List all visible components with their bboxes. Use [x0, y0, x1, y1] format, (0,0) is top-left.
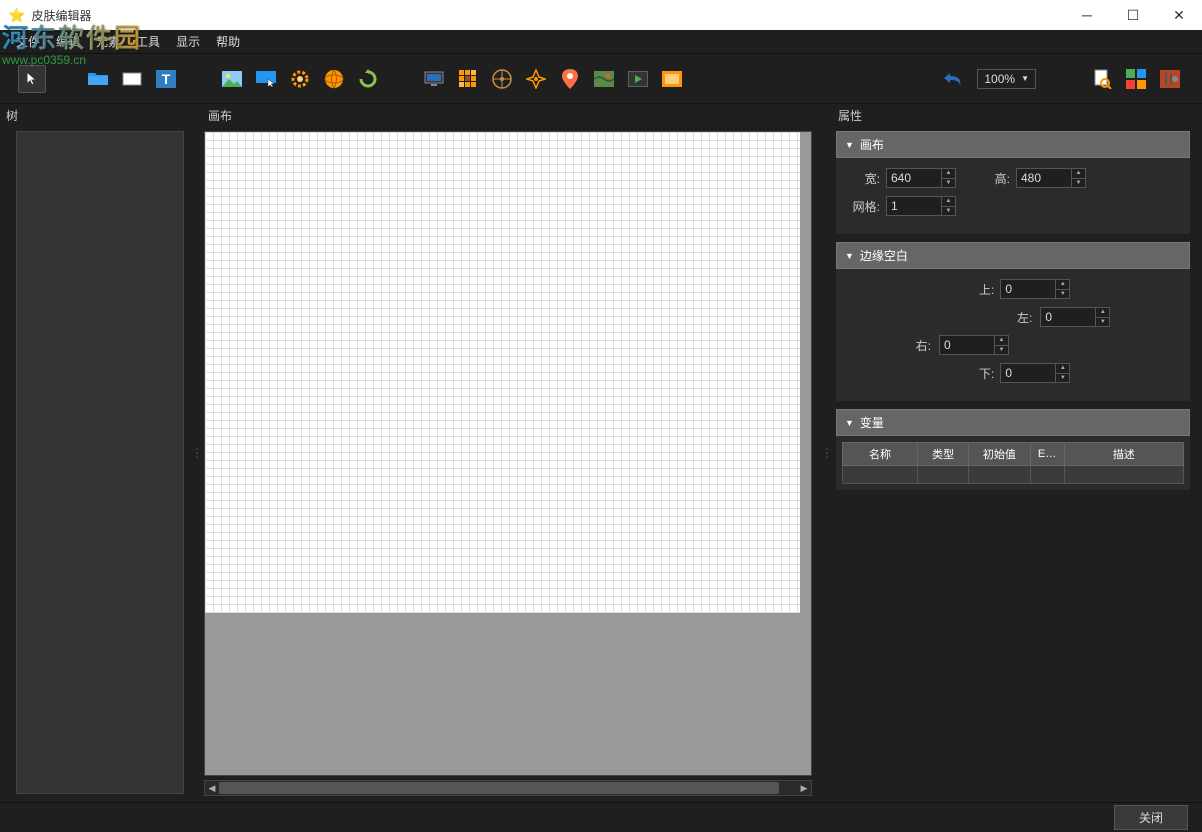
- badge-icon[interactable]: [658, 65, 686, 93]
- collapse-icon: ▼: [845, 418, 854, 428]
- col-type[interactable]: 类型: [918, 443, 969, 466]
- pointer-tool-icon[interactable]: [18, 65, 46, 93]
- margin-left-input[interactable]: ▲▼: [1040, 307, 1110, 327]
- grid-icon[interactable]: [454, 65, 482, 93]
- col-ext[interactable]: E…: [1030, 443, 1064, 466]
- cursor-image-icon[interactable]: [252, 65, 280, 93]
- scroll-thumb[interactable]: [219, 782, 779, 794]
- section-variables-title: 变量: [860, 414, 884, 431]
- collapse-icon: ▼: [845, 251, 854, 261]
- section-margin-header[interactable]: ▼ 边缘空白: [836, 242, 1190, 269]
- compass-icon[interactable]: [488, 65, 516, 93]
- section-margin-title: 边缘空白: [860, 247, 908, 264]
- section-variables: ▼ 变量 名称 类型 初始值 E… 描述: [836, 409, 1190, 490]
- grid-input[interactable]: ▲▼: [886, 196, 956, 216]
- height-input[interactable]: ▲▼: [1016, 168, 1086, 188]
- app-title: 皮肤编辑器: [31, 7, 91, 24]
- maximize-button[interactable]: ☐: [1110, 0, 1156, 30]
- splitter-right[interactable]: ⋮: [822, 104, 832, 802]
- horizontal-scrollbar[interactable]: ◀ ▶: [204, 780, 812, 796]
- menu-edit[interactable]: 编辑: [48, 30, 88, 54]
- menubar: 文件 编辑 元素 工具 显示 帮助: [0, 30, 1202, 54]
- map-icon[interactable]: [590, 65, 618, 93]
- canvas-panel: 画布 ◀ ▶: [202, 104, 822, 802]
- col-name[interactable]: 名称: [843, 443, 918, 466]
- menu-element[interactable]: 元素: [88, 30, 128, 54]
- splitter-left[interactable]: ⋮: [192, 104, 202, 802]
- properties-panel-title: 属性: [832, 104, 1202, 127]
- menu-file[interactable]: 文件: [8, 30, 48, 54]
- text-icon[interactable]: T: [152, 65, 180, 93]
- refresh-icon[interactable]: [354, 65, 382, 93]
- palette-icon[interactable]: [1122, 65, 1150, 93]
- table-row[interactable]: [843, 466, 1184, 484]
- margin-bottom-label: 下:: [979, 365, 994, 382]
- col-desc[interactable]: 描述: [1064, 443, 1183, 466]
- globe-icon[interactable]: [320, 65, 348, 93]
- section-margin: ▼ 边缘空白 上: ▲▼ 左: ▲▼ 右: ▲▼: [836, 242, 1190, 401]
- footer: 关闭: [0, 802, 1202, 832]
- tree-panel-title: 树: [0, 104, 192, 127]
- menu-show[interactable]: 显示: [168, 30, 208, 54]
- folder-icon[interactable]: [84, 65, 112, 93]
- close-window-button[interactable]: ✕: [1156, 0, 1202, 30]
- undo-icon[interactable]: [939, 65, 971, 93]
- margin-bottom-input[interactable]: ▲▼: [1000, 363, 1070, 383]
- margin-right-label: 右:: [916, 337, 931, 354]
- width-input[interactable]: ▲▼: [886, 168, 956, 188]
- menu-tool[interactable]: 工具: [128, 30, 168, 54]
- margin-right-input[interactable]: ▲▼: [939, 335, 1009, 355]
- rectangle-icon[interactable]: [118, 65, 146, 93]
- scroll-left-icon[interactable]: ◀: [205, 781, 219, 795]
- svg-gear-icon[interactable]: [286, 65, 314, 93]
- menu-help[interactable]: 帮助: [208, 30, 248, 54]
- toolbar: T: [0, 54, 1202, 104]
- search-page-icon[interactable]: [1088, 65, 1116, 93]
- tree-content[interactable]: [16, 131, 184, 794]
- grid-label: 网格:: [848, 198, 880, 215]
- canvas-area[interactable]: [204, 131, 812, 776]
- titlebar: ⭐ 皮肤编辑器 ─ ☐ ✕: [0, 0, 1202, 30]
- minimize-button[interactable]: ─: [1064, 0, 1110, 30]
- height-label: 高:: [978, 170, 1010, 187]
- section-variables-header[interactable]: ▼ 变量: [836, 409, 1190, 436]
- margin-top-label: 上:: [979, 281, 994, 298]
- pin-icon[interactable]: [556, 65, 584, 93]
- collapse-icon: ▼: [845, 140, 854, 150]
- chevron-down-icon: ▼: [1021, 74, 1029, 83]
- margin-left-label: 左:: [1017, 309, 1032, 326]
- canvas-panel-title: 画布: [202, 104, 822, 127]
- main-area: 树 ⋮ 画布 ◀ ▶ ⋮ 属性 ▼ 画布 宽:: [0, 104, 1202, 802]
- margin-top-input[interactable]: ▲▼: [1000, 279, 1070, 299]
- section-canvas-title: 画布: [860, 136, 884, 153]
- monitor-icon[interactable]: [420, 65, 448, 93]
- tools-icon[interactable]: [1156, 65, 1184, 93]
- app-icon: ⭐: [8, 7, 25, 24]
- image-icon[interactable]: [218, 65, 246, 93]
- col-init[interactable]: 初始值: [969, 443, 1030, 466]
- zoom-select[interactable]: 100% ▼: [977, 69, 1036, 89]
- svg-text:T: T: [162, 71, 171, 87]
- properties-panel: 属性 ▼ 画布 宽: ▲▼ 高:: [832, 104, 1202, 802]
- close-button[interactable]: 关闭: [1114, 805, 1188, 830]
- section-canvas: ▼ 画布 宽: ▲▼ 高: ▲▼: [836, 131, 1190, 234]
- canvas-grid: [205, 132, 800, 613]
- section-canvas-header[interactable]: ▼ 画布: [836, 131, 1190, 158]
- variables-table[interactable]: 名称 类型 初始值 E… 描述: [842, 442, 1184, 484]
- scroll-right-icon[interactable]: ▶: [797, 781, 811, 795]
- tree-panel: 树: [0, 104, 192, 802]
- width-label: 宽:: [848, 170, 880, 187]
- target-icon[interactable]: [522, 65, 550, 93]
- play-icon[interactable]: [624, 65, 652, 93]
